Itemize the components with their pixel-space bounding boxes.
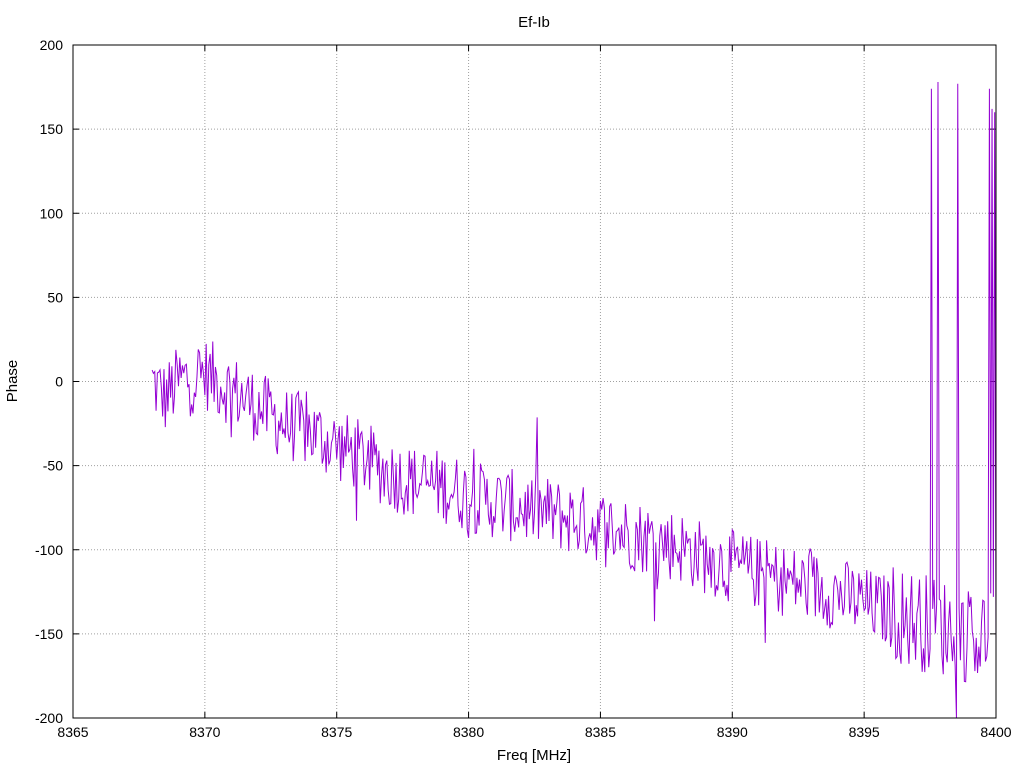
x-tick-label: 8380 [453, 724, 484, 740]
y-tick-label: -150 [35, 626, 63, 642]
y-axis-label: Phase [4, 360, 21, 403]
y-tick-label: 0 [55, 374, 63, 390]
x-tick-label: 8395 [849, 724, 880, 740]
x-tick-label: 8400 [980, 724, 1011, 740]
phase-chart: Ef-Ib 8365 8370 8375 8380 8385 8390 8395 8400 -2… [4, 14, 1012, 764]
x-tick-label: 8390 [717, 724, 748, 740]
phase-series-line [151, 82, 997, 719]
x-tick-label: 8370 [189, 724, 220, 740]
y-tick-label: -100 [35, 542, 63, 558]
y-tick-label: 200 [40, 37, 64, 53]
chart-title: Ef-Ib [518, 14, 550, 31]
series-layer [151, 82, 997, 719]
y-tick-label: 100 [40, 205, 64, 221]
y-tick-label: 150 [40, 121, 64, 137]
axis-ticks: 8365 8370 8375 8380 8385 8390 8395 8400 -200 -150… [35, 37, 1012, 740]
x-axis-label: Freq [MHz] [497, 747, 571, 764]
x-tick-label: 8365 [57, 724, 88, 740]
y-tick-label: -50 [43, 458, 63, 474]
y-tick-label: -200 [35, 710, 63, 726]
x-tick-label: 8385 [585, 724, 616, 740]
y-tick-label: 50 [47, 289, 63, 305]
x-tick-label: 8375 [321, 724, 352, 740]
